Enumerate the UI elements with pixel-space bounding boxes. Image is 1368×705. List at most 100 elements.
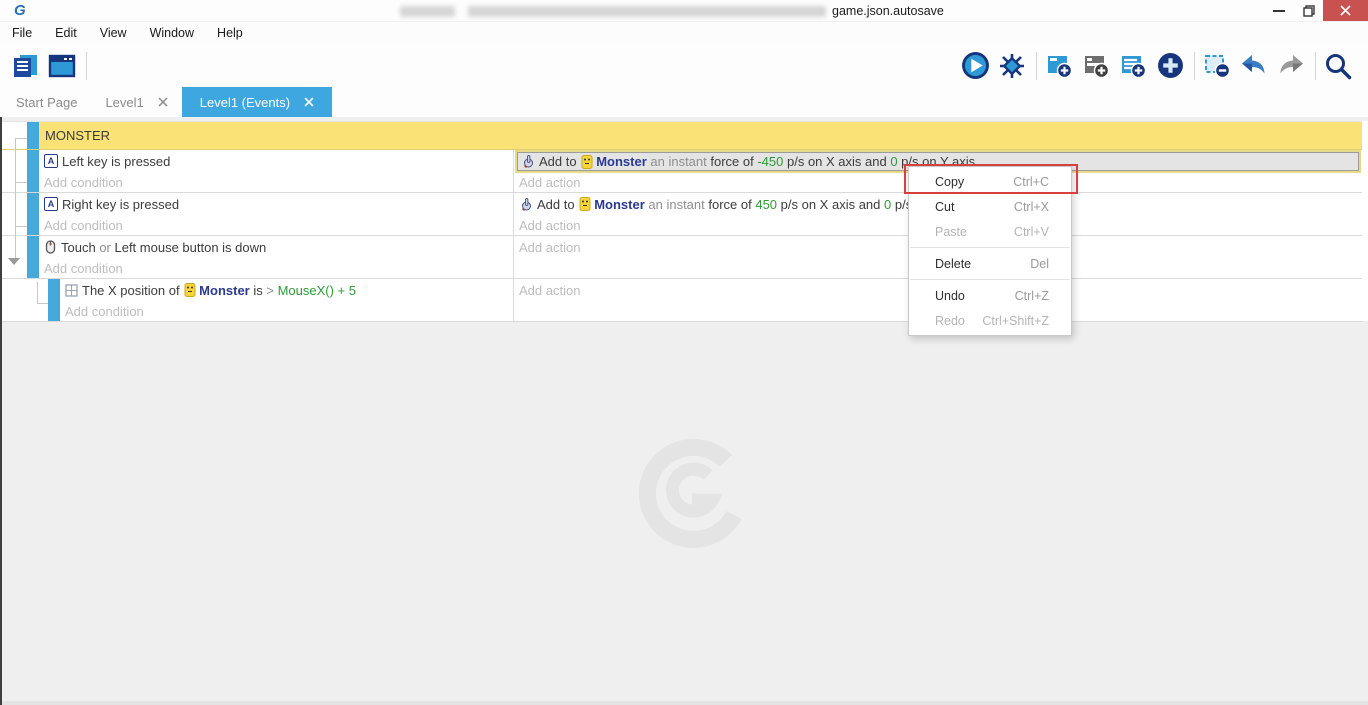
tab-level1-events[interactable]: Level1 (Events) <box>182 87 332 117</box>
tab-start-page[interactable]: Start Page <box>2 87 91 117</box>
menu-item-label: Paste <box>935 225 1014 239</box>
menu-item-label: Undo <box>935 289 1015 303</box>
add-other-button[interactable] <box>1155 51 1185 81</box>
mouse-icon <box>44 240 57 254</box>
conditions-cell[interactable]: The X position of Monster is > MouseX() … <box>60 279 514 321</box>
add-action-link[interactable]: Add action <box>519 175 580 190</box>
collapse-arrow-icon[interactable] <box>8 258 20 265</box>
tree-line <box>37 303 48 304</box>
event-bar <box>48 279 60 321</box>
add-subevent-icon <box>1082 52 1110 80</box>
close-button[interactable] <box>1323 0 1368 21</box>
remove-event-button[interactable] <box>1202 51 1232 81</box>
menu-file[interactable]: File <box>8 24 36 42</box>
events-editor-panel: MONSTER A Left key is pressed Add condit… <box>0 117 1368 705</box>
conditions-cell[interactable]: A Right key is pressed Add condition <box>39 193 514 235</box>
menu-item-shortcut: Del <box>1030 257 1049 271</box>
restore-button[interactable] <box>1294 0 1324 21</box>
action-text: an instant <box>647 154 711 169</box>
keyboard-key-icon: A <box>44 154 58 168</box>
action-text: Add to <box>539 154 580 169</box>
toolbar-separator <box>1194 52 1195 80</box>
menu-view[interactable]: View <box>96 24 131 42</box>
gdevelop-logo-icon: G <box>14 2 26 19</box>
play-icon <box>961 51 990 80</box>
conditions-cell[interactable]: Touch or Left mouse button is down Add c… <box>39 236 514 278</box>
menu-item-label: Cut <box>935 200 1014 214</box>
add-condition-link[interactable]: Add condition <box>44 261 123 276</box>
tab-close-icon[interactable] <box>158 97 168 107</box>
position-icon <box>65 284 78 297</box>
menu-edit[interactable]: Edit <box>51 24 81 42</box>
menu-separator <box>910 247 1070 248</box>
tree-line <box>15 182 27 183</box>
start-page-window-icon <box>47 52 77 80</box>
tab-level1[interactable]: Level1 <box>91 87 181 117</box>
tab-label: Start Page <box>16 95 77 110</box>
comment-row[interactable]: MONSTER <box>2 122 1362 150</box>
add-condition-link[interactable]: Add condition <box>65 304 144 319</box>
menu-item-shortcut: Ctrl+C <box>1013 175 1049 189</box>
object-name: Monster <box>596 154 647 169</box>
add-comment-button[interactable] <box>1118 51 1148 81</box>
action-param: 0 <box>884 197 891 212</box>
context-menu-item-cut[interactable]: Cut Ctrl+X <box>909 194 1071 219</box>
action-text: Add to <box>537 197 578 212</box>
force-hand-icon <box>522 155 535 168</box>
menu-item-label: Copy <box>935 175 1013 189</box>
event-row[interactable]: Touch or Left mouse button is down Add c… <box>2 236 1362 279</box>
remove-event-icon <box>1203 52 1231 80</box>
preview-play-button[interactable] <box>960 51 990 81</box>
project-manager-button[interactable] <box>10 51 40 81</box>
undo-icon <box>1240 53 1268 79</box>
add-condition-link[interactable]: Add condition <box>44 175 123 190</box>
add-event-button[interactable] <box>1044 51 1074 81</box>
menu-item-label: Redo <box>935 314 982 328</box>
add-action-link[interactable]: Add action <box>519 218 580 233</box>
redo-button[interactable] <box>1276 51 1306 81</box>
context-menu-item-undo[interactable]: Undo Ctrl+Z <box>909 283 1071 308</box>
menu-window[interactable]: Window <box>146 24 198 42</box>
minimize-button[interactable] <box>1264 0 1294 21</box>
add-subevent-button[interactable] <box>1081 51 1111 81</box>
conditions-cell[interactable]: A Left key is pressed Add condition <box>39 150 514 192</box>
action-param: 450 <box>755 197 777 212</box>
condition-text: Touch <box>61 240 99 255</box>
menu-bar: File Edit View Window Help <box>0 22 1368 44</box>
add-action-link[interactable]: Add action <box>519 283 580 298</box>
restore-icon <box>1303 5 1315 17</box>
context-menu-item-redo[interactable]: Redo Ctrl+Shift+Z <box>909 308 1071 333</box>
debug-button[interactable] <box>997 51 1027 81</box>
event-bar <box>27 193 39 235</box>
condition-expression: MouseX() + 5 <box>278 283 356 298</box>
undo-button[interactable] <box>1239 51 1269 81</box>
context-menu: Copy Ctrl+C Cut Ctrl+X Paste Ctrl+V Dele… <box>908 166 1072 336</box>
add-condition-link[interactable]: Add condition <box>44 218 123 233</box>
application-window: G game.json.autosave File Edit View Wind… <box>0 0 1368 705</box>
sub-event-row[interactable]: The X position of Monster is > MouseX() … <box>2 279 1362 322</box>
context-menu-item-paste[interactable]: Paste Ctrl+V <box>909 219 1071 244</box>
action-text: an instant <box>645 197 709 212</box>
event-bar <box>27 236 39 278</box>
search-events-button[interactable] <box>1323 51 1353 81</box>
action-param: -450 <box>757 154 783 169</box>
toolbar-separator <box>86 52 87 80</box>
condition-text: > <box>266 283 277 298</box>
event-row[interactable]: A Left key is pressed Add condition Add … <box>2 150 1362 193</box>
menu-help[interactable]: Help <box>213 24 247 42</box>
start-page-button[interactable] <box>47 51 77 81</box>
add-comment-icon <box>1119 52 1147 80</box>
window-bottom-edge <box>2 701 1368 705</box>
event-row[interactable]: A Right key is pressed Add condition Add… <box>2 193 1362 236</box>
toolbar-separator <box>1315 52 1316 80</box>
toolbar-separator <box>1036 52 1037 80</box>
add-action-link[interactable]: Add action <box>519 240 580 255</box>
context-menu-item-delete[interactable]: Delete Del <box>909 251 1071 276</box>
tab-bar: Start Page Level1 Level1 (Events) <box>0 87 1368 117</box>
redacted-title-segment <box>468 6 826 17</box>
comment-text[interactable]: MONSTER <box>39 122 1362 149</box>
tab-label: Level1 <box>105 95 143 110</box>
tab-close-icon[interactable] <box>304 97 314 107</box>
condition-text: Left mouse button is down <box>114 240 266 255</box>
context-menu-item-copy[interactable]: Copy Ctrl+C <box>909 169 1071 194</box>
